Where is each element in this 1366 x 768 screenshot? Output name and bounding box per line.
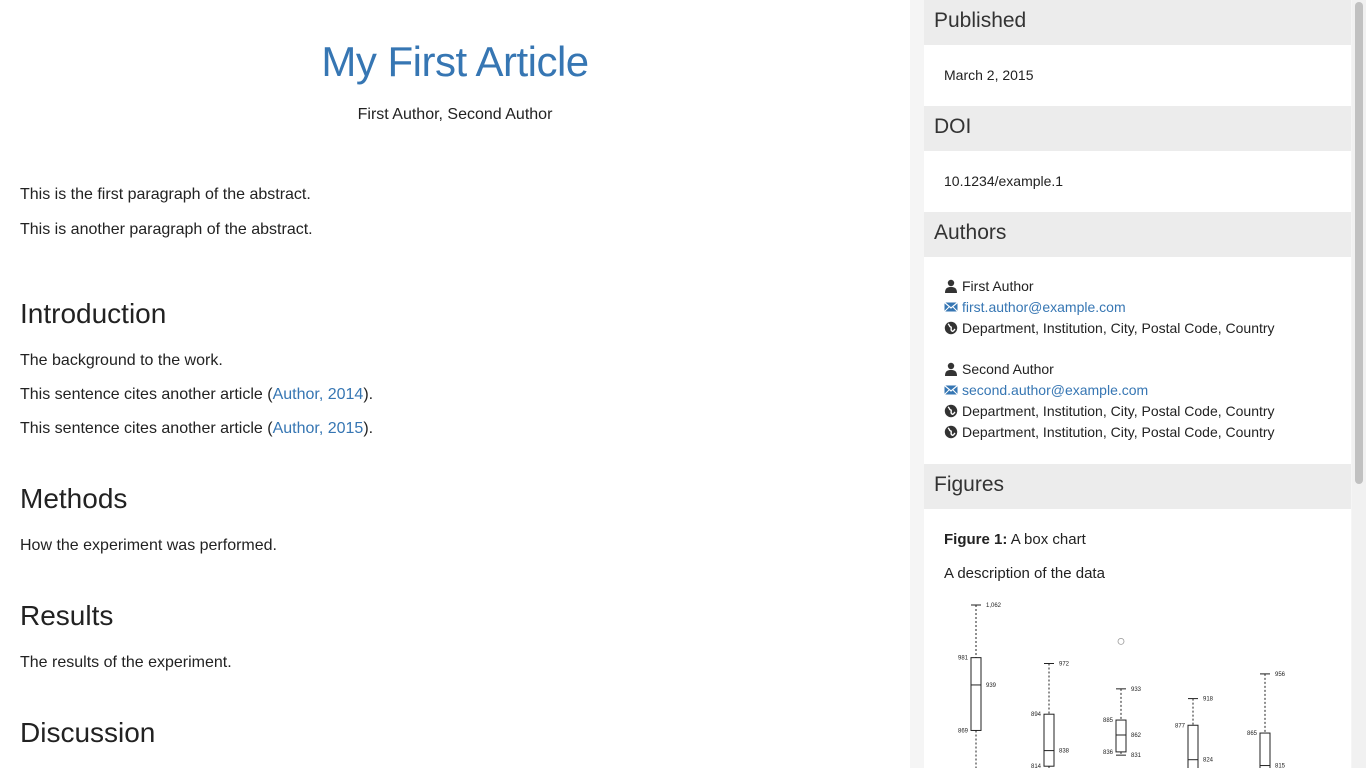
author-affiliation-row: Department, Institution, City, Postal Co… <box>944 403 1275 419</box>
heading-results: Results <box>20 600 114 631</box>
citation-link[interactable]: Author, 2014 <box>273 386 364 403</box>
box-chart[interactable]: 1,062 981 939 869 972 894 838 814 933 885 862 836 83… <box>944 599 1304 768</box>
author-name: Second Author <box>962 361 1054 377</box>
author-name-row: First Author <box>944 278 1034 294</box>
heading-discussion: Discussion <box>20 717 156 748</box>
value-label: 894 <box>1031 712 1042 718</box>
results-paragraph: The results of the experiment. <box>20 654 232 671</box>
doi-value: 10.1234/example.1 <box>944 173 1064 189</box>
value-label: 831 <box>1131 753 1142 759</box>
person-icon <box>945 279 957 293</box>
citation-link[interactable]: Author, 2015 <box>273 420 364 437</box>
value-label: 939 <box>986 683 997 689</box>
value-label: 838 <box>1059 749 1070 755</box>
value-label: 814 <box>1031 764 1042 768</box>
globe-icon <box>944 425 958 439</box>
citation-text: ). <box>363 420 374 437</box>
article-authors: First Author, Second Author <box>357 106 553 123</box>
value-label: 956 <box>1275 672 1286 678</box>
author-affiliation-row: Department, Institution, City, Postal Co… <box>944 424 1275 440</box>
author-name: First Author <box>962 278 1034 294</box>
figure-label: Figure 1: <box>944 531 1008 548</box>
doi-header: DOI <box>924 106 1351 151</box>
value-label: 869 <box>958 728 969 734</box>
value-label: 885 <box>1103 718 1114 724</box>
citation-text: ). <box>363 386 374 403</box>
authors-body: First Author first.author@example.com De… <box>924 257 1351 464</box>
methods-paragraph: How the experiment was performed. <box>20 537 277 554</box>
author-affiliation: Department, Institution, City, Postal Co… <box>962 424 1275 440</box>
abstract-paragraph: This is the first paragraph of the abstr… <box>20 186 311 203</box>
globe-icon <box>944 404 958 418</box>
heading-introduction: Introduction <box>20 298 167 329</box>
outlier-point <box>1117 638 1125 645</box>
envelope-icon <box>944 302 958 312</box>
published-header: Published <box>924 0 1351 45</box>
figure-title: A box chart <box>1010 531 1086 548</box>
author-email-link[interactable]: first.author@example.com <box>962 299 1126 315</box>
value-label: 877 <box>1175 723 1186 729</box>
author-name-row: Second Author <box>944 361 1054 377</box>
value-label: 1,062 <box>986 603 1002 609</box>
article-pane: My First Article First Author, Second Au… <box>0 0 910 768</box>
citation-sentence: This sentence cites another article (Aut… <box>20 386 373 404</box>
author-email-row: second.author@example.com <box>944 382 1148 398</box>
author-affiliation: Department, Institution, City, Postal Co… <box>962 320 1275 336</box>
value-label: 918 <box>1203 697 1214 703</box>
value-label: 981 <box>958 656 969 662</box>
published-date: March 2, 2015 <box>944 67 1034 83</box>
value-label: 862 <box>1131 733 1142 739</box>
author-affiliation: Department, Institution, City, Postal Co… <box>962 403 1275 419</box>
figures-body: Figure 1: A box chart A description of t… <box>924 509 1351 768</box>
value-label: 824 <box>1203 758 1214 764</box>
abstract-paragraph: This is another paragraph of the abstrac… <box>20 221 313 238</box>
box <box>1259 732 1271 768</box>
intro-paragraph: The background to the work. <box>20 352 223 369</box>
value-label: 972 <box>1059 662 1070 668</box>
author-email-row: first.author@example.com <box>944 299 1126 315</box>
value-label: 815 <box>1275 764 1286 768</box>
box <box>970 657 982 731</box>
box <box>1115 719 1127 753</box>
scrollbar-thumb[interactable] <box>1355 2 1363 484</box>
doi-body: 10.1234/example.1 <box>924 151 1351 212</box>
value-label: 933 <box>1131 687 1142 693</box>
citation-sentence: This sentence cites another article (Aut… <box>20 420 373 438</box>
globe-icon <box>944 321 958 335</box>
published-body: March 2, 2015 <box>924 45 1351 106</box>
figures-header: Figures <box>924 464 1351 509</box>
citation-text: This sentence cites another article ( <box>20 420 273 437</box>
envelope-icon <box>944 385 958 395</box>
figure-description: A description of the data <box>944 565 1105 582</box>
box <box>1043 713 1055 767</box>
heading-methods: Methods <box>20 483 128 514</box>
value-label: 836 <box>1103 750 1114 756</box>
sidebar-scrollbar[interactable] <box>1352 0 1366 768</box>
author-email-link[interactable]: second.author@example.com <box>962 382 1148 398</box>
authors-header: Authors <box>924 212 1351 257</box>
metadata-sidebar: Published March 2, 2015 DOI 10.1234/exam… <box>910 0 1366 768</box>
value-label: 865 <box>1247 731 1258 737</box>
citation-text: This sentence cites another article ( <box>20 386 273 403</box>
person-icon <box>945 362 957 376</box>
article-title: My First Article <box>321 38 589 85</box>
figure-caption: Figure 1: A box chart <box>944 531 1086 548</box>
author-affiliation-row: Department, Institution, City, Postal Co… <box>944 320 1275 336</box>
box <box>1187 724 1199 768</box>
